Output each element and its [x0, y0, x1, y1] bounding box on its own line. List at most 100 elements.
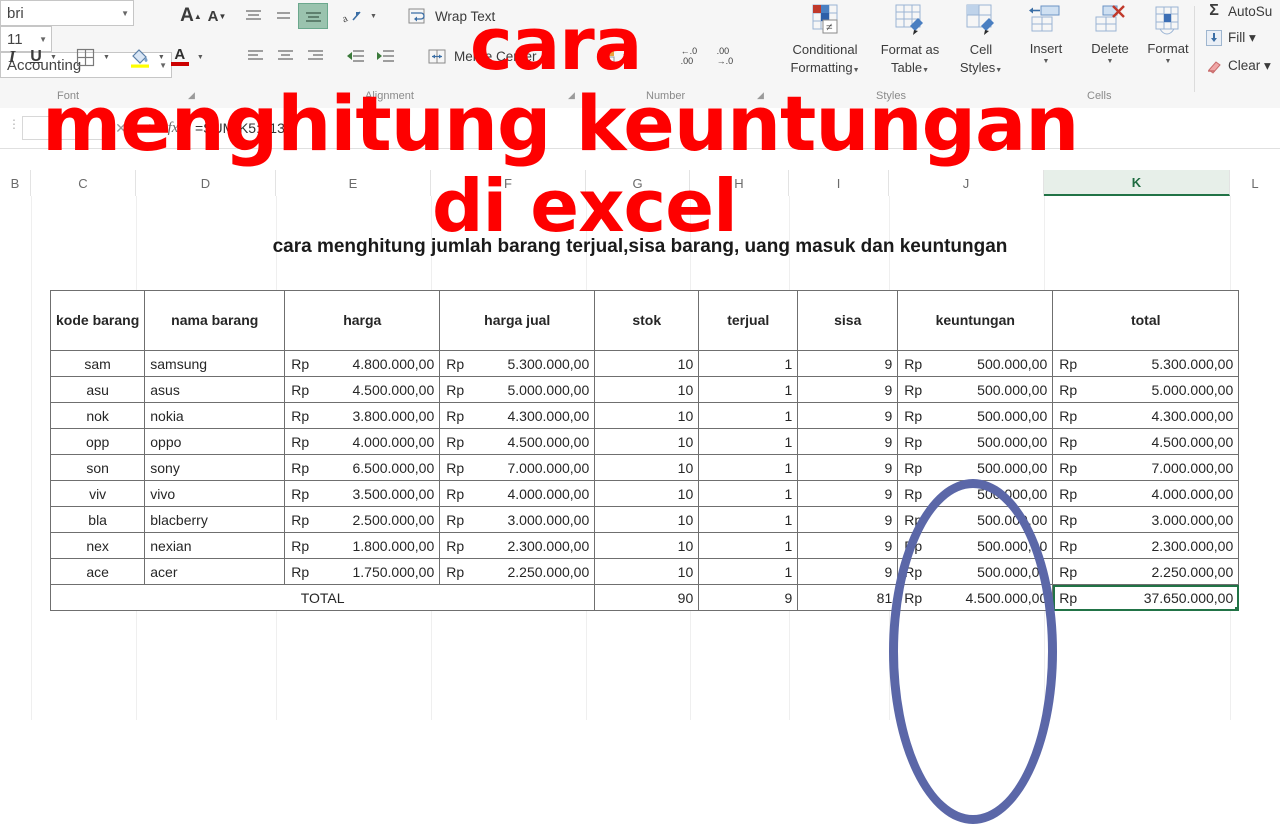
table-row[interactable]: viv vivo Rp 3.500.000,00 Rp 4.000.000,00 10 1 9 R…: [49, 480, 1240, 507]
cell-terjual[interactable]: 1: [698, 428, 799, 455]
cell-harga-jual[interactable]: Rp 5.300.000,00: [439, 350, 596, 377]
cell-kode[interactable]: son: [49, 454, 146, 481]
cell-keuntungan[interactable]: Rp 500.000,00: [897, 402, 1054, 429]
cell-sisa[interactable]: 9: [797, 480, 899, 507]
cell-nama[interactable]: nexian: [144, 532, 286, 559]
shrink-font-icon[interactable]: A ▼: [204, 4, 230, 28]
column-header-C[interactable]: C: [31, 170, 136, 196]
cell-nama[interactable]: blacberry: [144, 506, 286, 533]
column-header-J[interactable]: J: [889, 170, 1044, 196]
cell-harga[interactable]: Rp 2.500.000,00: [284, 506, 441, 533]
cell-terjual[interactable]: 1: [698, 402, 799, 429]
cell-kode[interactable]: nex: [49, 532, 146, 559]
cell-total[interactable]: Rp 4.500.000,00: [1052, 428, 1240, 455]
delete-button[interactable]: Delete ▼: [1078, 2, 1142, 65]
format-as-table-button[interactable]: Format as Table▼: [874, 2, 946, 77]
cell-harga[interactable]: Rp 4.000.000,00: [284, 428, 441, 455]
decrease-indent-icon[interactable]: [340, 44, 370, 68]
font-name-combo[interactable]: bri ▼: [0, 0, 134, 26]
cell-total[interactable]: Rp 5.300.000,00: [1052, 350, 1240, 377]
format-chevron-icon[interactable]: ▼: [1136, 58, 1200, 65]
cell-harga[interactable]: Rp 4.800.000,00: [284, 350, 441, 377]
cell-harga-jual[interactable]: Rp 5.000.000,00: [439, 376, 596, 403]
cell-kode[interactable]: opp: [49, 428, 146, 455]
cell-kode[interactable]: nok: [49, 402, 146, 429]
cell-harga-jual[interactable]: Rp 4.500.000,00: [439, 428, 596, 455]
cell-nama[interactable]: oppo: [144, 428, 286, 455]
cell-terjual[interactable]: 1: [698, 376, 799, 403]
cell-total[interactable]: Rp 2.250.000,00: [1052, 558, 1240, 585]
cell-terjual[interactable]: 1: [698, 532, 799, 559]
table-row[interactable]: nok nokia Rp 3.800.000,00 Rp 4.300.000,00 10 1 9…: [49, 402, 1240, 429]
increase-decimal-icon[interactable]: ←.0.00: [671, 44, 707, 68]
cell-sisa[interactable]: 9: [797, 558, 899, 585]
cell-sisa[interactable]: 9: [797, 402, 899, 429]
cell-harga-jual[interactable]: Rp 2.250.000,00: [439, 558, 596, 585]
autosum-button[interactable]: Σ AutoSu: [1204, 2, 1272, 20]
orientation-chevron-icon[interactable]: ▼: [370, 13, 377, 20]
cell-nama[interactable]: asus: [144, 376, 286, 403]
insert-chevron-icon[interactable]: ▼: [1014, 58, 1078, 65]
table-row[interactable]: asu asus Rp 4.500.000,00 Rp 5.000.000,00 10 1 9 R…: [49, 376, 1240, 403]
cell-harga-jual[interactable]: Rp 4.300.000,00: [439, 402, 596, 429]
fill-button[interactable]: Fill ▾: [1204, 30, 1256, 46]
fill-color-icon[interactable]: [124, 44, 156, 70]
cell-stok[interactable]: 10: [594, 376, 700, 403]
cell-harga[interactable]: Rp 1.800.000,00: [284, 532, 441, 559]
delete-chevron-icon[interactable]: ▼: [1078, 58, 1142, 65]
cs-chevron-icon[interactable]: ▼: [995, 67, 1002, 74]
cell-harga[interactable]: Rp 3.500.000,00: [284, 480, 441, 507]
italic-icon[interactable]: I: [0, 45, 24, 69]
cell-harga[interactable]: Rp 1.750.000,00: [284, 558, 441, 585]
cell-total[interactable]: Rp 2.300.000,00: [1052, 532, 1240, 559]
cell-harga[interactable]: Rp 6.500.000,00: [284, 454, 441, 481]
insert-button[interactable]: Insert ▼: [1014, 2, 1078, 65]
cell-keuntungan[interactable]: Rp 500.000,00: [897, 428, 1054, 455]
cell-total-total[interactable]: Rp 37.650.000,00: [1052, 584, 1240, 611]
cell-terjual[interactable]: 1: [698, 350, 799, 377]
cell-kode[interactable]: ace: [49, 558, 146, 585]
cell-keuntungan[interactable]: Rp 500.000,00: [897, 350, 1054, 377]
cell-total[interactable]: Rp 7.000.000,00: [1052, 454, 1240, 481]
table-row[interactable]: opp oppo Rp 4.000.000,00 Rp 4.500.000,00 10 1 9 R…: [49, 428, 1240, 455]
grow-font-icon[interactable]: A ▲: [178, 4, 204, 28]
cell-sisa[interactable]: 9: [797, 350, 899, 377]
column-header-I[interactable]: I: [789, 170, 889, 196]
align-top-icon[interactable]: [238, 4, 268, 28]
align-middle-icon[interactable]: [268, 4, 298, 28]
clear-button[interactable]: Clear ▾: [1204, 58, 1271, 74]
cell-keuntungan[interactable]: Rp 500.000,00: [897, 558, 1054, 585]
cell-keuntungan[interactable]: Rp 500.000,00: [897, 454, 1054, 481]
cell-harga[interactable]: Rp 3.800.000,00: [284, 402, 441, 429]
merge-center-icon[interactable]: [424, 44, 450, 68]
table-row[interactable]: son sony Rp 6.500.000,00 Rp 7.000.000,00 10 1 9 R…: [49, 454, 1240, 481]
cell-sisa[interactable]: 9: [797, 428, 899, 455]
increase-indent-icon[interactable]: [370, 44, 400, 68]
table-row[interactable]: sam samsung Rp 4.800.000,00 Rp 5.300.000,00 10…: [49, 350, 1240, 377]
fill-color-chevron-icon[interactable]: ▼: [158, 54, 165, 61]
underline-chevron-icon[interactable]: ▼: [50, 54, 57, 61]
cell-nama[interactable]: vivo: [144, 480, 286, 507]
worksheet-grid[interactable]: cara menghitung jumlah barang terjual,si…: [0, 196, 1280, 824]
cell-nama[interactable]: acer: [144, 558, 286, 585]
cell-keuntungan[interactable]: Rp 500.000,00: [897, 376, 1054, 403]
cell-total-keuntungan[interactable]: Rp 4.500.000,00: [897, 584, 1054, 611]
fat-chevron-icon[interactable]: ▼: [922, 67, 929, 74]
cell-harga-jual[interactable]: Rp 4.000.000,00: [439, 480, 596, 507]
cell-stok[interactable]: 10: [594, 402, 700, 429]
cell-terjual[interactable]: 1: [698, 454, 799, 481]
cell-kode[interactable]: bla: [49, 506, 146, 533]
align-left-icon[interactable]: [240, 44, 270, 68]
cell-nama[interactable]: nokia: [144, 402, 286, 429]
cell-stok[interactable]: 10: [594, 454, 700, 481]
cell-total-sisa[interactable]: 81: [797, 584, 899, 611]
cell-stok[interactable]: 10: [594, 480, 700, 507]
column-header-D[interactable]: D: [136, 170, 276, 196]
cell-total[interactable]: Rp 4.300.000,00: [1052, 402, 1240, 429]
borders-chevron-icon[interactable]: ▼: [103, 54, 110, 61]
cell-total[interactable]: Rp 4.000.000,00: [1052, 480, 1240, 507]
cell-harga-jual[interactable]: Rp 3.000.000,00: [439, 506, 596, 533]
cell-stok[interactable]: 10: [594, 506, 700, 533]
cell-terjual[interactable]: 1: [698, 506, 799, 533]
cell-total-terjual[interactable]: 9: [698, 584, 799, 611]
